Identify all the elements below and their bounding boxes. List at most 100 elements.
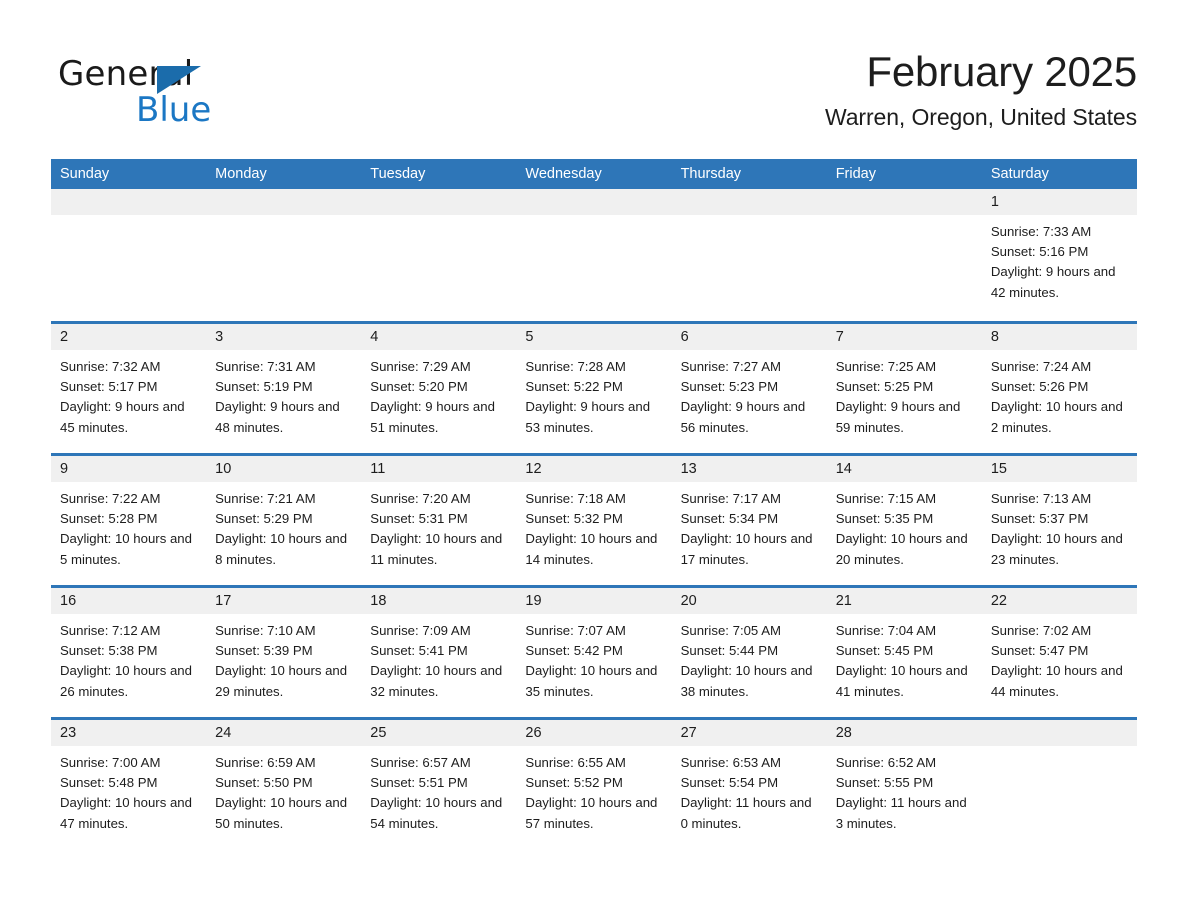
sunrise-text: Sunrise: 6:59 AM [215,755,316,770]
day-of-week-header: Sunday Monday Tuesday Wednesday Thursday… [51,159,1137,189]
calendar-day-cell[interactable]: 21 Sunrise: 7:04 AM Sunset: 5:45 PM Dayligh… [826,588,982,717]
sunset-text: Sunset: 5:32 PM [525,511,623,527]
day-number: 1 [981,189,1137,215]
day-number [516,189,672,215]
calendar-day-cell[interactable]: 8 Sunrise: 7:24 AM Sunset: 5:26 PM Daylight… [981,324,1137,453]
calendar-day-cell[interactable]: 26 Sunrise: 6:55 AM Sunset: 5:52 PM Dayligh… [516,720,672,849]
sunrise-text: Sunrise: 7:22 AM [60,491,161,506]
daylight-text: Daylight: 10 hours and 29 minutes. [215,663,348,699]
daylight-text: Daylight: 9 hours and 48 minutes. [215,399,340,435]
daylight-text: Daylight: 9 hours and 56 minutes. [680,399,806,435]
calendar-day-cell[interactable]: 22 Sunrise: 7:02 AM Sunset: 5:47 PM Dayligh… [981,588,1137,717]
sunset-text: Sunset: 5:48 PM [60,775,158,791]
day-number: 17 [206,588,362,614]
day-details: Sunrise: 7:05 AM Sunset: 5:44 PM Daylight:… [672,614,827,702]
day-number: 9 [51,456,207,482]
sunrise-text: Sunrise: 7:09 AM [370,623,471,638]
day-number: 19 [516,588,672,614]
calendar-day-cell-empty [206,189,362,321]
calendar-week-row: 2 Sunrise: 7:32 AM Sunset: 5:17 PM Daylight… [51,321,1137,453]
calendar-day-cell[interactable]: 20 Sunrise: 7:05 AM Sunset: 5:44 PM Dayligh… [671,588,827,717]
sunrise-text: Sunrise: 7:27 AM [680,359,781,374]
sunset-text: Sunset: 5:19 PM [215,379,313,395]
calendar-day-cell[interactable]: 4 Sunrise: 7:29 AM Sunset: 5:20 PM Daylight… [361,324,517,453]
day-number: 27 [671,720,827,746]
calendar-day-cell[interactable]: 10 Sunrise: 7:21 AM Sunset: 5:29 PM Dayligh… [206,456,362,585]
calendar-day-cell[interactable]: 25 Sunrise: 6:57 AM Sunset: 5:51 PM Dayligh… [361,720,517,849]
sunrise-text: Sunrise: 7:24 AM [990,359,1092,374]
day-details: Sunrise: 7:10 AM Sunset: 5:39 PM Daylight:… [206,614,361,702]
daylight-text: Daylight: 10 hours and 26 minutes. [60,663,192,699]
sunset-text: Sunset: 5:23 PM [680,379,779,395]
calendar-day-cell[interactable]: 12 Sunrise: 7:18 AM Sunset: 5:32 PM Dayligh… [516,456,672,585]
calendar-day-cell[interactable]: 3 Sunrise: 7:31 AM Sunset: 5:19 PM Daylight… [206,324,362,453]
day-details: Sunrise: 7:02 AM Sunset: 5:47 PM Daylight:… [982,614,1137,702]
logo-text-blue: Blue [136,90,212,130]
calendar-week-row: 1 Sunrise: 7:33 AM Sunset: 5:16 PM Daylight… [51,189,1137,321]
sunrise-text: Sunrise: 6:53 AM [680,755,781,770]
daylight-text: Daylight: 10 hours and 5 minutes. [60,531,192,567]
calendar-day-cell[interactable]: 28 Sunrise: 6:52 AM Sunset: 5:55 PM Dayligh… [826,720,982,849]
daylight-text: Daylight: 10 hours and 11 minutes. [370,531,503,567]
sunrise-text: Sunrise: 7:21 AM [215,491,316,506]
calendar-day-cell[interactable]: 2 Sunrise: 7:32 AM Sunset: 5:17 PM Daylight… [51,324,207,453]
calendar-day-cell[interactable]: 6 Sunrise: 7:27 AM Sunset: 5:23 PM Daylight… [671,324,827,453]
day-number: 16 [51,588,207,614]
dow-friday: Friday [835,166,876,182]
sunset-text: Sunset: 5:45 PM [835,643,934,659]
day-details: Sunrise: 6:52 AM Sunset: 5:55 PM Daylight:… [827,746,982,834]
day-number: 28 [826,720,982,746]
dow-thursday: Thursday [680,166,742,182]
title-block: February 2025 Warren, Oregon, United Sta… [825,46,1137,132]
day-details: Sunrise: 6:53 AM Sunset: 5:54 PM Daylight:… [672,746,827,834]
sunrise-text: Sunrise: 6:52 AM [835,755,937,770]
day-number: 20 [671,588,827,614]
calendar-day-cell-empty [671,189,827,321]
day-details: Sunrise: 7:20 AM Sunset: 5:31 PM Daylight:… [361,482,516,570]
daylight-text: Daylight: 10 hours and 44 minutes. [990,663,1123,699]
day-number: 23 [51,720,207,746]
day-details: Sunrise: 6:55 AM Sunset: 5:52 PM Daylight:… [516,746,671,834]
day-number: 11 [361,456,517,482]
sunrise-text: Sunrise: 6:57 AM [370,755,471,770]
calendar-day-cell[interactable]: 5 Sunrise: 7:28 AM Sunset: 5:22 PM Daylight… [516,324,672,453]
calendar-week-row: 23 Sunrise: 7:00 AM Sunset: 5:48 PM Dayligh… [51,717,1137,849]
calendar-day-cell[interactable]: 1 Sunrise: 7:33 AM Sunset: 5:16 PM Daylight… [981,189,1137,321]
daylight-text: Daylight: 11 hours and 0 minutes. [680,795,812,831]
sunrise-text: Sunrise: 7:02 AM [990,623,1092,638]
day-number: 14 [826,456,982,482]
sunset-text: Sunset: 5:34 PM [680,511,779,527]
calendar-day-cell[interactable]: 15 Sunrise: 7:13 AM Sunset: 5:37 PM Dayligh… [981,456,1137,585]
calendar-day-cell[interactable]: 27 Sunrise: 6:53 AM Sunset: 5:54 PM Dayligh… [671,720,827,849]
calendar-day-cell[interactable]: 18 Sunrise: 7:09 AM Sunset: 5:41 PM Dayligh… [361,588,517,717]
calendar-day-cell[interactable]: 16 Sunrise: 7:12 AM Sunset: 5:38 PM Dayligh… [51,588,207,717]
day-details: Sunrise: 7:28 AM Sunset: 5:22 PM Daylight:… [516,350,671,438]
sunrise-text: Sunrise: 7:00 AM [60,755,161,770]
calendar-day-cell[interactable]: 24 Sunrise: 6:59 AM Sunset: 5:50 PM Dayligh… [206,720,362,849]
dow-wednesday: Wednesday [525,166,602,182]
day-number: 10 [206,456,362,482]
calendar-day-cell[interactable]: 11 Sunrise: 7:20 AM Sunset: 5:31 PM Dayligh… [361,456,517,585]
day-details: Sunrise: 6:57 AM Sunset: 5:51 PM Daylight:… [361,746,516,834]
day-number: 26 [516,720,672,746]
sunset-text: Sunset: 5:52 PM [525,775,623,791]
page-title: February 2025 [866,48,1137,95]
calendar-day-cell[interactable]: 17 Sunrise: 7:10 AM Sunset: 5:39 PM Dayligh… [206,588,362,717]
calendar-day-cell[interactable]: 9 Sunrise: 7:22 AM Sunset: 5:28 PM Daylight… [51,456,207,585]
daylight-text: Daylight: 10 hours and 38 minutes. [680,663,813,699]
sunset-text: Sunset: 5:20 PM [370,379,468,395]
calendar-day-cell[interactable]: 13 Sunrise: 7:17 AM Sunset: 5:34 PM Dayligh… [671,456,827,585]
sunrise-text: Sunrise: 7:15 AM [835,491,937,506]
daylight-text: Daylight: 10 hours and 41 minutes. [835,663,968,699]
calendar-day-cell[interactable]: 7 Sunrise: 7:25 AM Sunset: 5:25 PM Daylight… [826,324,982,453]
daylight-text: Daylight: 10 hours and 50 minutes. [215,795,348,831]
calendar-day-cell[interactable]: 19 Sunrise: 7:07 AM Sunset: 5:42 PM Dayligh… [516,588,672,717]
calendar-week-row: 16 Sunrise: 7:12 AM Sunset: 5:38 PM Dayligh… [51,585,1137,717]
calendar-day-cell[interactable]: 14 Sunrise: 7:15 AM Sunset: 5:35 PM Dayligh… [826,456,982,585]
sunrise-text: Sunrise: 7:04 AM [835,623,937,638]
day-details: Sunrise: 7:07 AM Sunset: 5:42 PM Daylight:… [516,614,671,702]
daylight-text: Daylight: 10 hours and 57 minutes. [525,795,658,831]
day-number: 24 [206,720,362,746]
calendar-day-cell[interactable]: 23 Sunrise: 7:00 AM Sunset: 5:48 PM Dayligh… [51,720,207,849]
calendar-day-cell-empty [516,189,672,321]
